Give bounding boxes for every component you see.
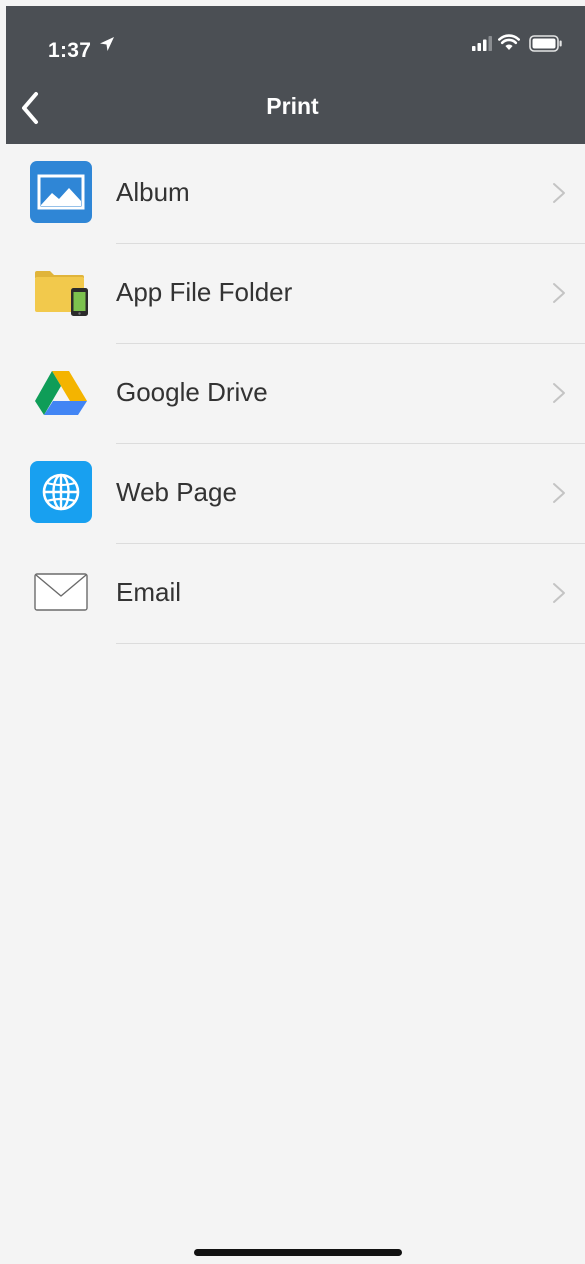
home-indicator[interactable]: [194, 1249, 402, 1256]
list-item-web-page[interactable]: Web Page: [0, 444, 585, 544]
header: 1:37: [6, 6, 585, 144]
chevron-right-icon: [553, 383, 565, 403]
app-screen: 1:37 Print Album App File Folder Google …: [0, 0, 585, 1264]
google-drive-icon: [35, 371, 87, 415]
list-item-email[interactable]: Email: [0, 544, 585, 644]
battery-icon: [529, 35, 562, 52]
list-item-label: App File Folder: [116, 277, 293, 307]
chevron-right-icon: [553, 183, 565, 203]
album-photo-icon: [30, 161, 92, 223]
page-title: Print: [266, 93, 319, 119]
wifi-icon: [498, 34, 520, 50]
location-arrow-icon: [100, 37, 114, 51]
envelope-icon: [34, 573, 88, 611]
chevron-right-icon: [553, 483, 565, 503]
list-item-label: Album: [116, 177, 190, 207]
globe-icon: [30, 461, 92, 523]
cellular-signal-icon: [472, 36, 492, 51]
list-item-album[interactable]: Album: [0, 144, 585, 244]
chevron-right-icon: [553, 583, 565, 603]
chevron-right-icon: [553, 283, 565, 303]
list-item-app-file-folder[interactable]: App File Folder: [0, 244, 585, 344]
list-item-label: Email: [116, 577, 182, 607]
status-time: 1:37: [48, 39, 92, 62]
list-item-label: Google Drive: [116, 377, 268, 407]
app-file-folder-icon: [35, 271, 88, 316]
divider: [116, 643, 585, 644]
list-item-google-drive[interactable]: Google Drive: [0, 344, 585, 444]
list-item-label: Web Page: [116, 477, 237, 507]
